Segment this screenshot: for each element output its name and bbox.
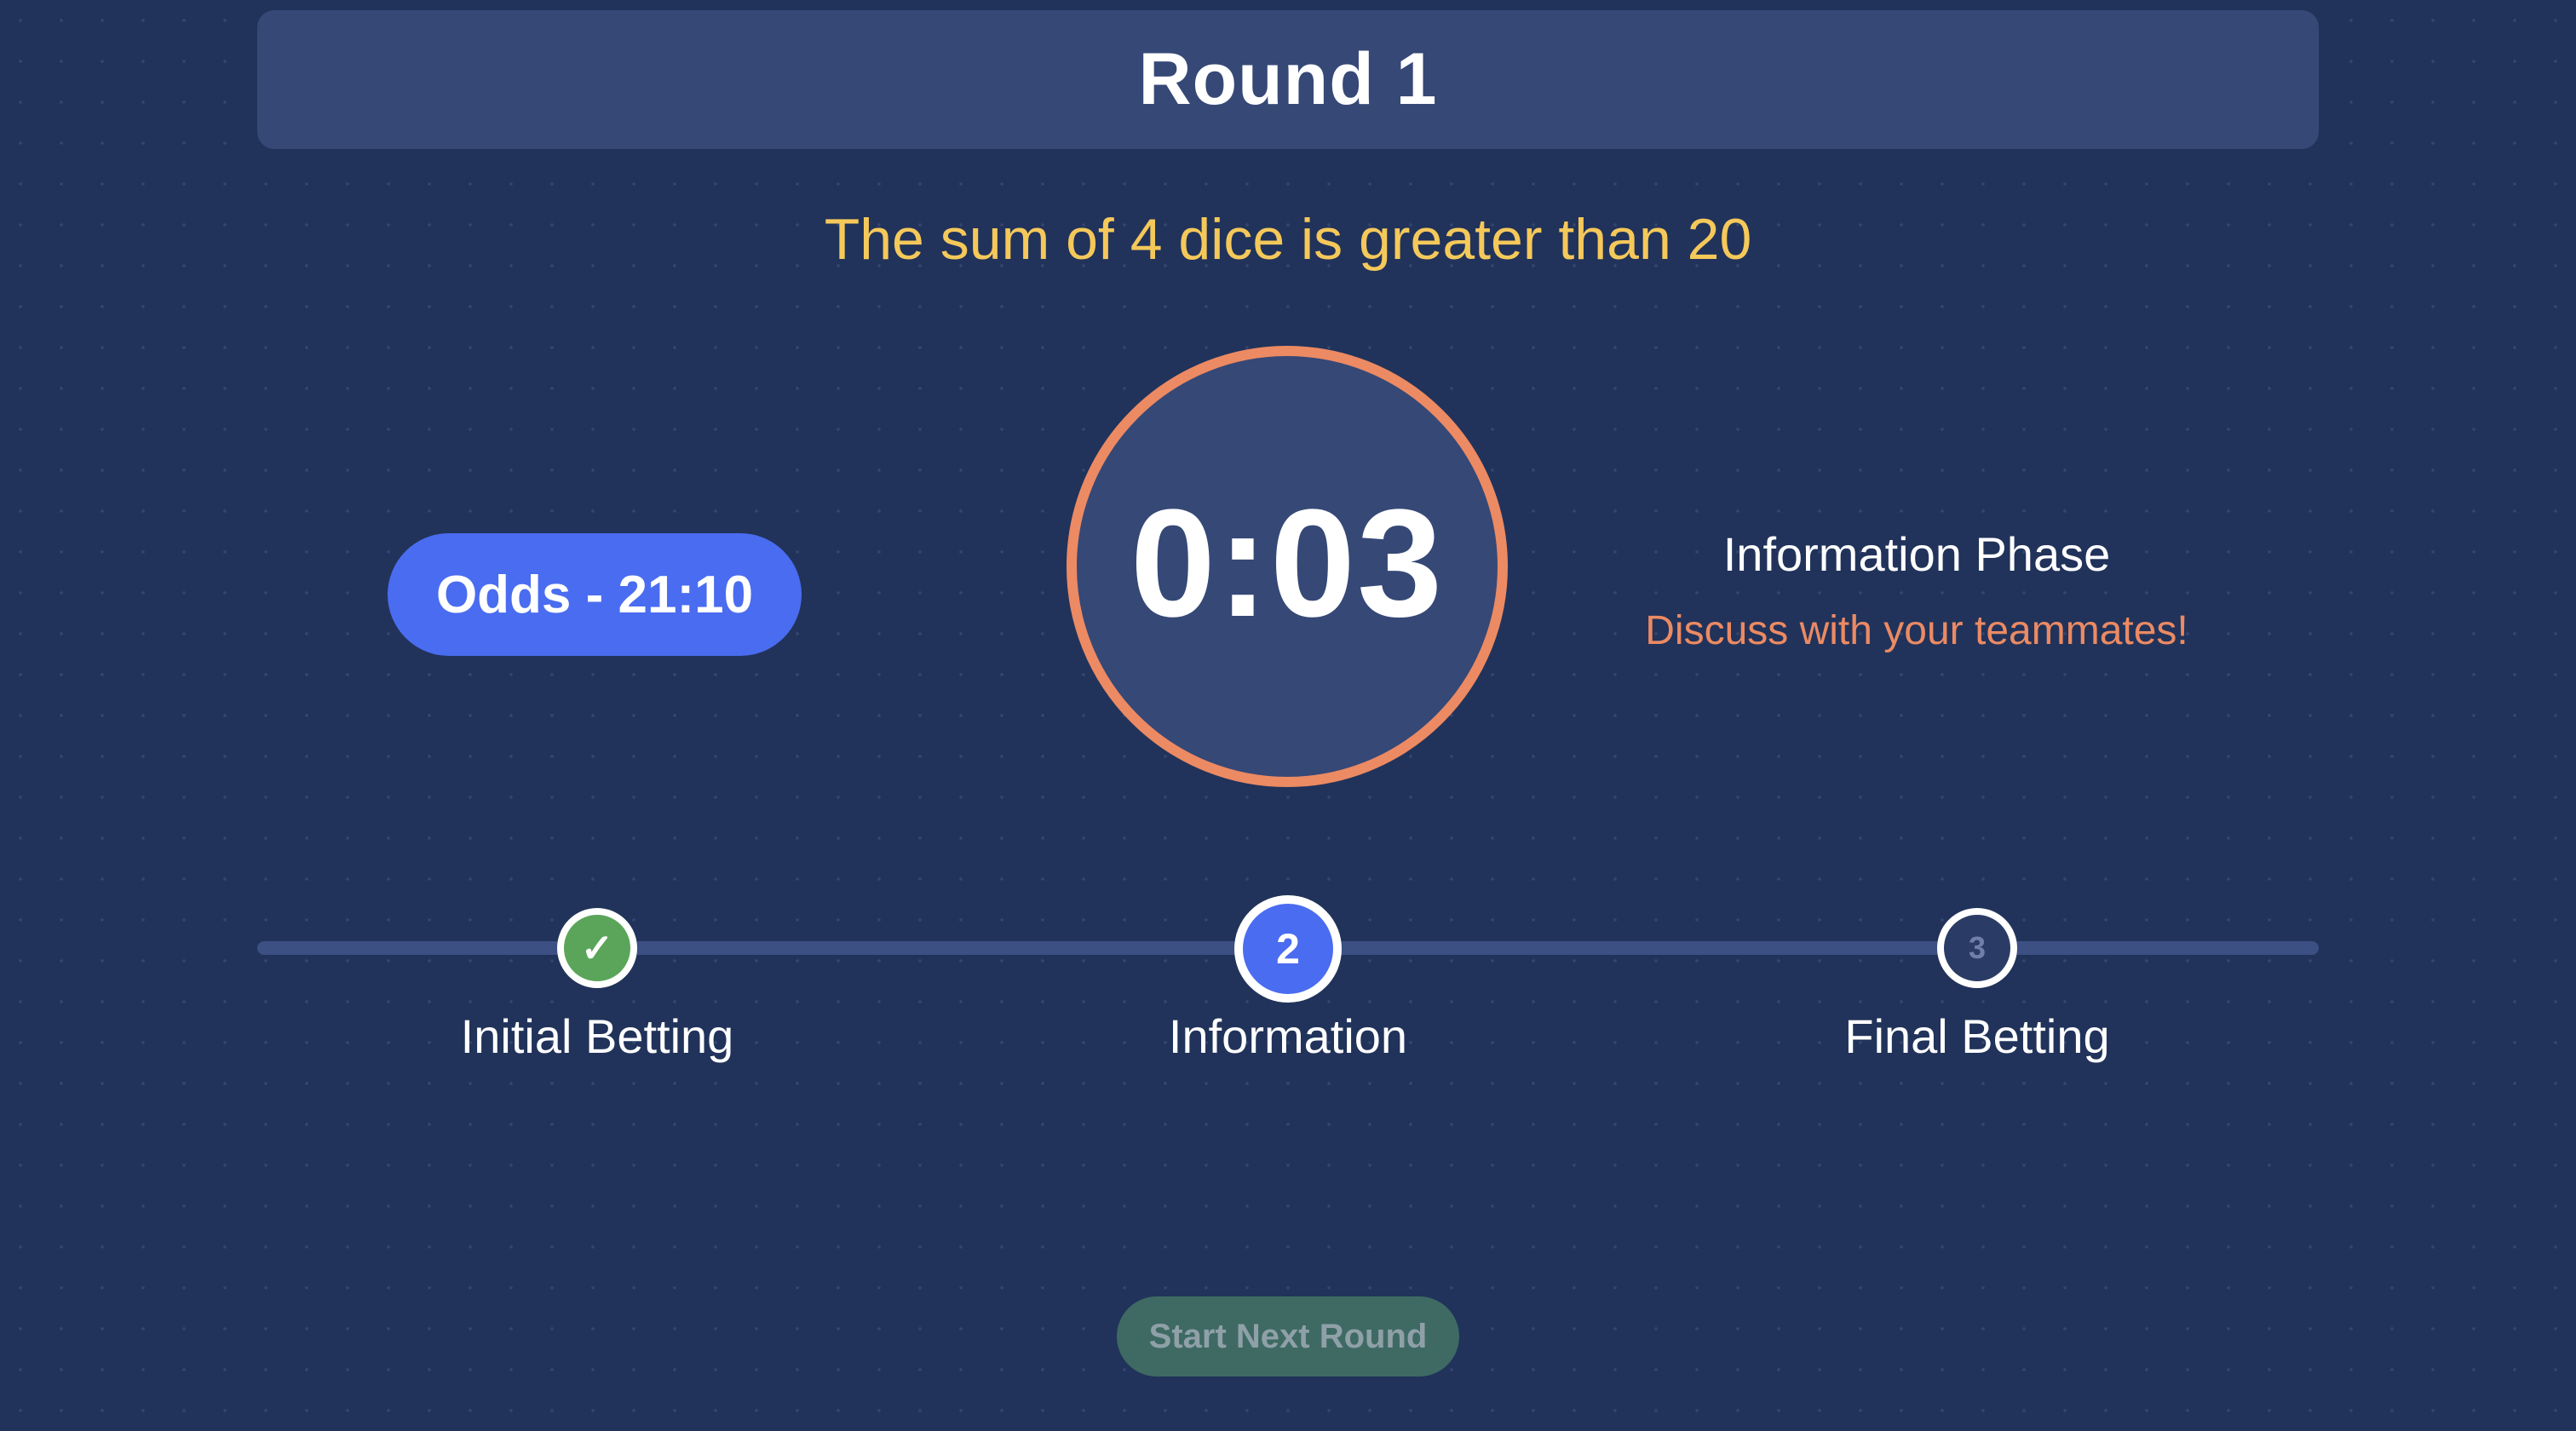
timer-value: 0:03 <box>1130 477 1445 649</box>
phase-info: Information Phase Discuss with your team… <box>1584 526 2249 654</box>
step-initial-betting-check-icon: ✓ <box>557 908 637 988</box>
odds-badge: Odds - 21:10 <box>388 533 802 656</box>
phase-title: Information Phase <box>1722 527 2111 581</box>
step-label-information: Information <box>1168 1009 1408 1063</box>
start-next-round-button[interactable]: Start Next Round <box>1117 1296 1459 1376</box>
step-information-marker: 2 <box>1234 895 1342 1003</box>
round-question: The sum of 4 dice is greater than 20 <box>824 207 1752 272</box>
countdown-timer: 0:03 <box>1067 346 1508 787</box>
step-label-final-betting: Final Betting <box>1844 1009 2110 1063</box>
step-label-initial-betting: Initial Betting <box>460 1009 734 1063</box>
step-final-betting-marker: 3 <box>1937 908 2017 988</box>
phase-subtitle: Discuss with your teammates! <box>1645 608 2188 653</box>
round-header: Round 1 <box>257 10 2319 149</box>
round-title: Round 1 <box>1138 38 1438 120</box>
